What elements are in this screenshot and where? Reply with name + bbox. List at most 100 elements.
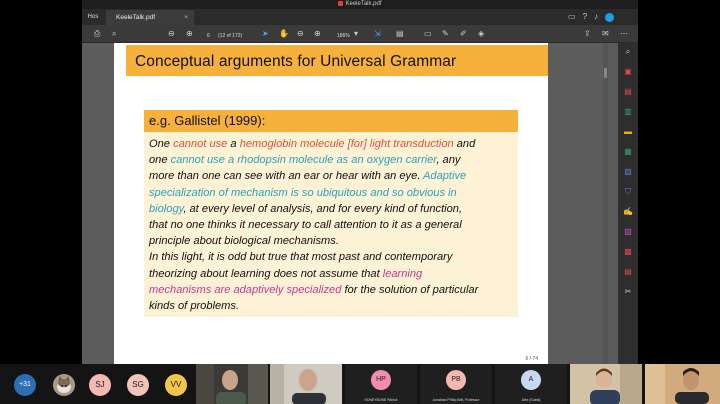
more-tools-icon[interactable]: ✂ (623, 287, 633, 297)
quote-text-segment: that no one thinks it necessary to call … (149, 219, 462, 232)
quote-block-header: e.g. Gallistel (1999): (144, 110, 518, 132)
pdf-file-icon (338, 1, 344, 6)
quote-text-segment: learning (382, 267, 423, 280)
mail-icon[interactable]: ✉ (602, 29, 609, 39)
quote-text-segment: , at every level of analysis, and for ev… (183, 202, 463, 215)
participant-avatar-cat (53, 374, 75, 396)
quote-text-segment: theorizing about learning does not assum… (149, 267, 383, 280)
quote-line: In this light, it is odd but true that m… (149, 249, 515, 265)
more-icon[interactable]: ⋯ (620, 29, 628, 39)
tab-document[interactable]: KeeleTalk.pdf × (106, 10, 194, 25)
participant-avatar-a: A (521, 370, 541, 390)
zoom-out-icon[interactable]: ⊖ (297, 29, 304, 39)
comment-icon[interactable]: ▭ (424, 29, 432, 39)
quote-text-segment: specialization of mechanism is so ubiqui… (149, 186, 457, 199)
slide-title: Conceptual arguments for Universal Gramm… (135, 53, 457, 70)
chat-icon[interactable]: ▭ (568, 12, 576, 22)
participant-video-3 (570, 364, 642, 404)
participant-tile-pb: PB Jonathan Phillip Brill, Professor (420, 364, 492, 404)
participant-name-a: Alex (Guest) (521, 398, 541, 402)
zoom-dropdown-icon[interactable]: ▾ (354, 29, 358, 39)
participant-name-pb: Jonathan Phillip Brill, Professor (432, 398, 480, 402)
video-feed-person-4 (645, 364, 720, 404)
quote-text-segment: cannot use a rhodopsin molecule as an ox… (170, 154, 437, 167)
tools-sidebar: ⌕ ▣ ▤ ▥ ▬ ▦ ▧ ⛉ ✍ ▨ ▩ ▤ ✂ (618, 43, 638, 364)
hand-tool-icon[interactable]: ✋ (279, 29, 289, 39)
quote-line: that no one thinks it necessary to call … (149, 217, 515, 233)
edit-pdf-icon[interactable]: ▤ (623, 87, 633, 97)
quote-text-segment: principle about biological mechanisms. (149, 235, 339, 248)
organize-pages-icon[interactable]: ▧ (623, 167, 633, 177)
protect-icon[interactable]: ⛉ (623, 187, 633, 197)
quote-line: One cannot use a hemoglobin molecule [fo… (149, 136, 515, 152)
highlight-icon[interactable]: ✐ (460, 29, 467, 39)
quote-text-segment: One (149, 138, 174, 150)
zoom-panel-icon[interactable]: ⌕ (623, 47, 633, 57)
create-pdf-icon[interactable]: ▥ (623, 107, 633, 117)
quote-text-segment: cannot use (173, 138, 228, 150)
fit-page-icon[interactable]: ⇲ (374, 29, 381, 39)
tab-document-label: KeeleTalk.pdf (116, 14, 156, 21)
video-feed-person-1 (196, 364, 268, 404)
share-icon[interactable]: ⇪ (584, 29, 591, 39)
page-number-input[interactable]: 6 (207, 31, 210, 41)
profile-icon[interactable] (605, 12, 615, 22)
export-pdf-icon[interactable]: ▣ (623, 67, 633, 77)
search-icon[interactable]: ⌕ (112, 29, 116, 39)
bell-icon[interactable]: ♪ (594, 12, 598, 22)
participant-avatar-hp: HP (371, 370, 391, 390)
quote-text-segment: and (453, 138, 476, 150)
participant-video-1 (196, 364, 268, 404)
quote-text-segment: kinds of problems. (149, 300, 240, 313)
scan-ocr-icon[interactable]: ▩ (623, 247, 633, 257)
combine-files-icon[interactable]: ▦ (623, 147, 633, 157)
window-titlebar: KeeleTalk.pdf (82, 0, 638, 9)
participant-tile-a: A Alex (Guest) (495, 364, 567, 404)
slide-title-bar: Conceptual arguments for Universal Gramm… (126, 45, 548, 76)
more-participants-badge[interactable]: +31 (14, 374, 36, 396)
tab-bar: Hos KeeleTalk.pdf × ▭ ? ♪ (82, 9, 638, 25)
redact-icon[interactable]: ▤ (623, 267, 633, 277)
scroll-mode-icon[interactable]: ▤ (396, 29, 404, 39)
quote-block-title: e.g. Gallistel (1999): (149, 113, 266, 128)
screen: KeeleTalk.pdf Hos KeeleTalk.pdf × ▭ ? ♪ … (0, 0, 720, 404)
close-tab-icon[interactable]: × (184, 10, 188, 25)
tab-home[interactable]: Hos (82, 9, 104, 25)
fill-sign-icon[interactable]: ✍ (623, 207, 633, 217)
cat-photo-icon (53, 374, 75, 396)
video-feed-person-2 (270, 364, 342, 404)
participant-avatar-pb: PB (446, 370, 466, 390)
zoom-level[interactable]: 186% (337, 31, 350, 41)
help-icon[interactable]: ? (583, 12, 587, 22)
quote-block: e.g. Gallistel (1999): One cannot use a … (144, 110, 518, 317)
vertical-scrollbar[interactable] (603, 43, 608, 364)
next-page-icon[interactable]: ⊕ (186, 29, 193, 39)
select-tool-icon[interactable]: ➤ (262, 29, 269, 39)
page-count: (12 of 172) (218, 33, 243, 39)
participant-tile-hp: HP HONEYBONE Patrick (345, 364, 417, 404)
quote-text-segment: more than one can see with an ear or hea… (149, 170, 424, 183)
quote-line: biology, at every level of analysis, and… (149, 201, 515, 217)
stamp-icon[interactable]: ◈ (478, 29, 484, 39)
zoom-in-icon[interactable]: ⊕ (314, 29, 321, 39)
prev-page-icon[interactable]: ⊖ (168, 29, 175, 39)
pdf-viewer-window: KeeleTalk.pdf Hos KeeleTalk.pdf × ▭ ? ♪ … (82, 0, 638, 364)
quote-text-segment: In this light, it is odd but true that m… (149, 251, 453, 264)
quote-line: kinds of problems. (149, 298, 515, 314)
send-sign-icon[interactable]: ▨ (623, 227, 633, 237)
participant-avatar-vv: VV (165, 374, 187, 396)
quote-line: principle about biological mechanisms. (149, 233, 515, 249)
quote-line: specialization of mechanism is so ubiqui… (149, 185, 515, 201)
quote-text-segment: mechanisms are adaptively specialized (149, 283, 342, 296)
scrollbar-thumb[interactable] (604, 68, 607, 78)
quote-line: more than one can see with an ear or hea… (149, 168, 515, 184)
participant-avatar-sg: SG (127, 374, 149, 396)
meeting-participants-strip: +31 SJ SG VV HP HONEYBONE Patrick PB Jon… (0, 364, 720, 404)
print-icon[interactable]: ⎙ (94, 29, 100, 39)
pen-icon[interactable]: ✎ (442, 29, 449, 39)
document-viewport[interactable]: Conceptual arguments for Universal Gramm… (82, 43, 608, 364)
comment-tool-icon[interactable]: ▬ (623, 127, 633, 137)
participant-avatar-sj: SJ (89, 374, 111, 396)
pdf-page: Conceptual arguments for Universal Gramm… (114, 43, 548, 364)
quote-line: mechanisms are adaptively specialized fo… (149, 282, 515, 298)
